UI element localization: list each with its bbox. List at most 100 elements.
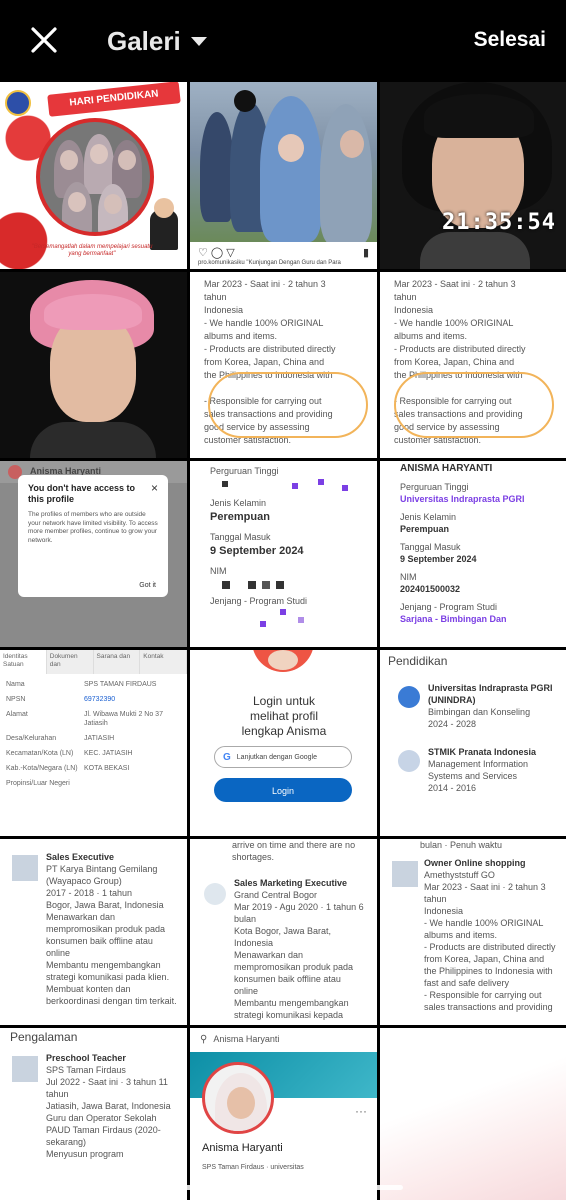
- screenshot-tile-8[interactable]: Perguruan Tinggi Jenis Kelamin Perempuan…: [190, 461, 377, 647]
- table-cell-label: Alamat: [6, 711, 28, 718]
- text-line: shortages.: [232, 852, 275, 862]
- field-label: Tanggal Masuk: [210, 532, 271, 542]
- google-signin-button[interactable]: G Lanjutkan dengan Google: [214, 746, 352, 768]
- tab-2[interactable]: Dokumen dan: [47, 650, 94, 674]
- section-heading: Pengalaman: [10, 1030, 78, 1044]
- album-selector[interactable]: Galeri: [107, 24, 207, 58]
- degree: Management Information Systems and Servi…: [428, 759, 529, 781]
- table-cell-label: Kecamatan/Kota (LN): [6, 750, 74, 757]
- degree: Bimbingan dan Konseling: [428, 707, 531, 717]
- login-button[interactable]: Login: [214, 778, 352, 802]
- dialog-button[interactable]: Got it: [139, 582, 156, 589]
- text-line: - Products are distributed directly: [204, 344, 336, 354]
- text-line: albums and items.: [424, 930, 498, 940]
- search-bar[interactable]: ⚲ Anisma Haryanti: [200, 1030, 279, 1048]
- text-line: mempromosikan produk pada: [234, 962, 354, 972]
- text-line: strategi komunikasi pada klien.: [46, 972, 170, 982]
- search-query: Anisma Haryanti: [213, 1034, 280, 1044]
- text-line: PAUD Taman Firdaus (2020-: [46, 1125, 161, 1135]
- screenshot-tile-5[interactable]: Mar 2023 - Saat ini · 2 tahun 3 tahun Indo…: [190, 272, 377, 458]
- profile-name: Anisma Haryanti: [202, 1142, 283, 1154]
- field-label: NIM: [210, 566, 227, 576]
- circle-highlight: [208, 372, 368, 438]
- photo-tile-4[interactable]: [0, 272, 187, 458]
- text-line: Membantu mengembangkan: [234, 998, 349, 1008]
- table-cell-label: Desa/Kelurahan: [6, 735, 57, 742]
- job-description: Menawarkan dan mempromosikan produk pada k…: [234, 949, 372, 1021]
- screenshot-tile-14[interactable]: arrive on time and there are no shortages…: [190, 839, 377, 1025]
- company-name: Amethyststuff GO: [424, 870, 495, 880]
- photo-tile-3[interactable]: 21:35:54: [380, 82, 566, 269]
- text-line: tahun: [394, 292, 417, 302]
- tab-3[interactable]: Sarana dan: [94, 650, 141, 674]
- program-link[interactable]: Sarjana - Bimbingan Dan: [400, 613, 546, 625]
- text-line: online: [234, 986, 259, 996]
- text-line: - We handle 100% ORIGINAL: [424, 918, 544, 928]
- text-line: Membuat konten dan: [46, 984, 131, 994]
- screenshot-tile-11[interactable]: Login untuk melihat profil lengkap Anism…: [190, 650, 377, 836]
- screenshot-tile-16[interactable]: Pengalaman Preschool Teacher SPS Taman F…: [0, 1028, 187, 1200]
- job-description: Menawarkan dan mempromosikan produk pada k…: [46, 911, 182, 1007]
- table-row: Nama SPS TAMAN FIRDAUS: [6, 680, 181, 689]
- text-line: Mar 2023 - Saat ini · 2 tahun 3: [204, 279, 326, 289]
- job-description: Guru dan Operator Sekolah PAUD Taman Fird…: [46, 1112, 182, 1160]
- google-icon: G: [223, 751, 231, 763]
- years: 2024 - 2028: [428, 719, 477, 729]
- job-location: Kota Bogor, Jawa Barat, Indonesia: [234, 926, 332, 948]
- text-line: - We handle 100% ORIGINAL: [204, 318, 324, 328]
- photo-tile-18[interactable]: [380, 1028, 566, 1200]
- bookmark-icon: ▮: [362, 247, 369, 259]
- screenshot-tile-15[interactable]: bulan · Penuh waktu Owner Online shoppin…: [380, 839, 566, 1025]
- screenshot-tile-7[interactable]: Anisma Haryanti × You don't have access …: [0, 461, 187, 647]
- avatar: [202, 1062, 274, 1134]
- job-dates: 2017 - 2018 · 1 tahun: [46, 888, 133, 898]
- close-icon[interactable]: [28, 24, 60, 56]
- table-cell-label: NPSN: [6, 696, 26, 703]
- job-location: Indonesia: [424, 906, 464, 916]
- screenshot-tile-17[interactable]: ⚲ Anisma Haryanti ··· Anisma Haryanti SP…: [190, 1028, 377, 1200]
- text-line: Mar 2023 - Saat ini · 2 tahun 3: [394, 279, 516, 289]
- table-cell-label: Propinsi/Luar Negeri: [6, 780, 70, 787]
- job-title: Preschool Teacher: [46, 1053, 126, 1063]
- field-value: 9 September 2024: [400, 554, 477, 564]
- screenshot-tile-12[interactable]: Pendidikan Universitas Indraprasta PGRI …: [380, 650, 566, 836]
- screenshot-tile-6[interactable]: Mar 2023 - Saat ini · 2 tahun 3 tahun Indo…: [380, 272, 566, 458]
- job-location: Jatiasih, Jawa Barat, Indonesia: [46, 1101, 171, 1111]
- post-actions-icons: ♡ ◯ ▽: [198, 247, 235, 259]
- field-label: Perguruan Tinggi: [210, 466, 279, 476]
- company-name: Grand Central Bogor: [234, 890, 318, 900]
- done-button[interactable]: Selesai: [474, 28, 546, 52]
- job-title: Owner Online shopping: [424, 858, 526, 868]
- screenshot-tile-10[interactable]: Identitas Satuan Dokumen dan Sarana dan Kon…: [0, 650, 187, 836]
- screenshot-tile-9[interactable]: ANISMA HARYANTI Perguruan Tinggi Univers…: [380, 461, 566, 647]
- screenshot-tile-13[interactable]: Sales Executive PT Karya Bintang Gemilan…: [0, 839, 187, 1025]
- text-line: strategi komunikasi kepada: [234, 1010, 344, 1020]
- text-line: - We handle 100% ORIGINAL: [394, 318, 514, 328]
- more-icon[interactable]: ···: [355, 1104, 367, 1118]
- tab-4[interactable]: Kontak: [140, 650, 187, 674]
- text-line: from Korea, Japan, China and: [204, 357, 325, 367]
- tab-1[interactable]: Identitas Satuan: [0, 650, 47, 674]
- text-line: Membantu mengembangkan: [46, 960, 161, 970]
- text-line: albums and items.: [204, 331, 278, 341]
- access-dialog: × You don't have access to this profile …: [18, 475, 168, 597]
- company-logo: [204, 883, 226, 905]
- dialog-title: You don't have access to this profile: [28, 483, 136, 504]
- university-link[interactable]: Universitas Indraprasta PGRI: [400, 493, 546, 505]
- text-line: [394, 447, 552, 458]
- school-name: Universitas Indraprasta PGRI (UNINDRA): [428, 683, 553, 705]
- field-value: 9 September 2024: [210, 545, 304, 557]
- field-label: Perguruan Tinggi: [400, 482, 469, 492]
- photo-tile-2[interactable]: ♡ ◯ ▽ ▮ pro.komunikasiku "Kunjungan Deng…: [190, 82, 377, 269]
- job-location: Bogor, Jawa Barat, Indonesia: [46, 900, 164, 910]
- close-icon[interactable]: ×: [151, 481, 158, 495]
- text-line: Indonesia: [394, 305, 434, 315]
- job-title: Sales Executive: [46, 852, 115, 862]
- search-icon: ⚲: [200, 1033, 208, 1045]
- table-cell-value: JATIASIH: [84, 735, 115, 742]
- text-line: konsumen baik offline atau: [46, 936, 153, 946]
- home-indicator[interactable]: [163, 1185, 403, 1190]
- field-value: 202401500032: [400, 584, 461, 594]
- tab-bar: Identitas Satuan Dokumen dan Sarana dan Kon…: [0, 650, 187, 674]
- photo-tile-1[interactable]: HARI PENDIDIKAN NASIONAL "Bersemangatlah…: [0, 82, 187, 269]
